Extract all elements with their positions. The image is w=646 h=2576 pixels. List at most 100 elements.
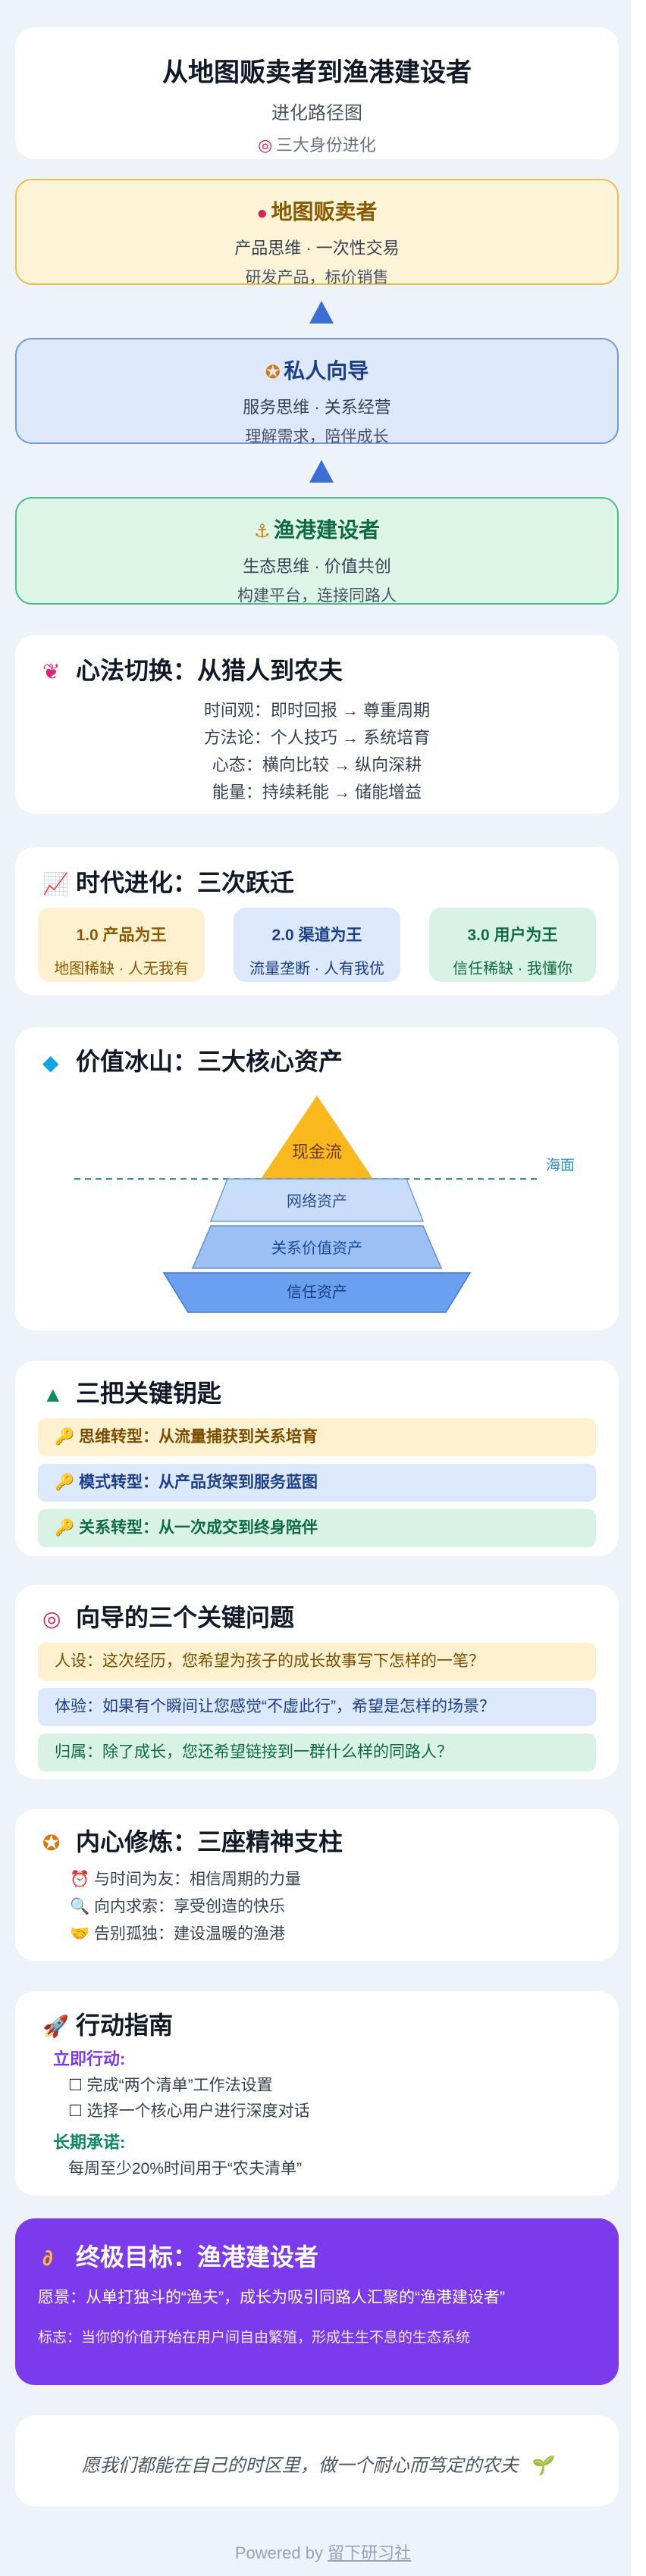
ear-icon: ∂ [42,2246,53,2270]
stage-name: 地图贩卖者 [271,200,378,224]
section-title: 向导的三个关键问题 [76,1604,295,1631]
question-item: 人设：这次经历，您希望为孩子的成长故事写下怎样的一笔？ [38,1643,596,1680]
mindset-line: 能量：持续耗能 → 储能增益 [212,783,422,802]
key-item: 🔑 思维转型：从流量捕获到关系培育 [38,1418,596,1456]
compass-icon: ✪ [265,362,281,383]
seedling-icon: 🌱 [529,2456,553,2476]
key-label: 关系转型：从一次成交到终身陪伴 [79,1519,318,1537]
target-icon: ◎ [42,1607,61,1630]
key-label: 思维转型：从流量捕获到关系培育 [79,1428,318,1446]
action-now-text: 选择一个核心用户进行深度对话 [86,2102,310,2120]
section-heading: ◎ 向导的三个关键问题 [42,1599,294,1633]
mindset-line: 方法论：个人技巧 → 系统培育 [203,728,431,747]
mountain-icon: ▲ [42,1383,64,1406]
key-icon: 🔑 [55,1428,75,1446]
stage-line2: 构建平台，连接同路人 [237,587,397,605]
era-title: 2.0 渠道为王 [271,927,362,944]
mindset-line: 时间观：即时回报 → 尊重周期 [203,701,431,720]
section-title: 价值冰山：三大核心资产 [76,1048,343,1075]
sea-level-label: 海面 [546,1157,575,1174]
action-long-text: 每周至少20%时间用于“农夫清单” [68,2160,303,2177]
stage-name: 渔港建设者 [273,518,380,542]
pillar-item: 🔍 向内求索：享受创造的快乐 [70,1894,285,1917]
compass-icon: ✪ [42,1831,61,1855]
pillar-item: ⏰ 与时间为友：相信周期的力量 [70,1867,301,1890]
key-icon: 🔑 [55,1519,75,1537]
iceberg-diagram: 海面 现金流 网络资产 关系价值资产 信任资产 [74,1096,575,1313]
iceberg-peak-label: 现金流 [292,1143,342,1161]
header-card: 从地图贩卖者到渔港建设者 进化路径图 ◎ 三大身份进化 [15,27,619,159]
footer-brand-link[interactable]: 留下研习社 [328,2543,411,2562]
footer: Powered by 留下研习社 [0,2540,646,2564]
action-long-label: 长期承诺: [53,2133,126,2152]
era-desc: 流量垄断 · 人有我优 [249,961,384,977]
section-heading: ▲ 三把关键钥匙 [42,1374,221,1409]
iceberg-peak [261,1096,373,1179]
section-heading: ∂ 终极目标：渔港建设者 [42,2238,318,2273]
stage-line1: 服务思维 · 关系经营 [243,398,391,417]
era-desc: 信任稀缺 · 我懂你 [453,961,572,977]
magnifier-icon: 🔍 [70,1898,90,1915]
stage-map-seller: ● 地图贩卖者 产品思维 · 一次性交易 研发产品，标价销售 [15,179,619,286]
stage-name: 私人向导 [284,359,369,383]
header-tag: ◎ 三大身份进化 [15,132,619,156]
closing-line: 愿我们都能在自己的时区里，做一个耐心而笃定的农夫 🌱 [15,2450,619,2477]
right-margin [631,0,646,2576]
section-heading: 📈 时代进化：三次跃迁 [42,864,294,899]
goal-metric: 标志：当你的价值开始在用户间自由繁殖，形成生生不息的生态系统 [38,2330,471,2346]
section-heading: ◆ 价值冰山：三大核心资产 [42,1043,343,1077]
inner-card: ✪ 内心修炼：三座精神支柱 ⏰ 与时间为友：相信周期的力量 🔍 向内求索：享受创造… [15,1809,619,1961]
era-item: 3.0 用户为王 信任稀缺 · 我懂你 [429,908,596,982]
era-desc: 地图稀缺 · 人无我有 [54,961,189,977]
stage-line2: 研发产品，标价销售 [245,269,389,286]
question-item: 归属：除了成长，您还希望链接到一群什么样的同路人？ [38,1733,596,1771]
keys-card: ▲ 三把关键钥匙 🔑 思维转型：从流量捕获到关系培育 🔑 模式转型：从产品货架到服… [15,1361,619,1556]
key-item: 🔑 关系转型：从一次成交到终身陪伴 [38,1509,596,1547]
harbor-icon: ⚓ [254,521,271,542]
stage-line1: 产品思维 · 一次性交易 [234,239,400,258]
footer-prefix: Powered by [234,2543,324,2562]
pillar-text: 向内求索：享受创造的快乐 [94,1898,285,1915]
action-card: 🚀 行动指南 立即行动: ☐ 完成“两个清单”工作法设置 ☐ 选择一个核心用户进行… [15,1991,619,2196]
key-icon: 🔑 [55,1474,75,1491]
era-item: 1.0 产品为王 地图稀缺 · 人无我有 [38,908,205,982]
stage-line2: 理解需求，陪伴成长 [245,428,389,445]
pillar-text: 与时间为友：相信周期的力量 [94,1871,301,1888]
goal-vision: 愿景：从单打独斗的“渔夫”，成长为吸引同路人汇聚的“渔港建设者” [38,2289,505,2306]
target-icon: ◎ [258,136,273,155]
mindset-card: ❦ 心法切换：从猎人到农夫 时间观：即时回报 → 尊重周期 方法论：个人技巧 → … [15,635,619,814]
checkbox-icon: ☐ [68,2102,83,2120]
key-label: 模式转型：从产品货架到服务蓝图 [79,1474,318,1491]
key-item: 🔑 模式转型：从产品货架到服务蓝图 [38,1464,596,1502]
era-title: 1.0 产品为王 [76,927,167,944]
iceberg-layer-label: 关系价值资产 [271,1240,362,1257]
page-title: 从地图贩卖者到渔港建设者 [162,58,472,87]
iceberg-layer-label: 信任资产 [287,1283,347,1301]
section-heading: ❦ 心法切换：从猎人到农夫 [42,652,343,686]
section-heading: 🚀 行动指南 [42,2006,173,2041]
stage-private-guide: ✪ 私人向导 服务思维 · 关系经营 理解需求，陪伴成长 [15,338,619,445]
stage-line1: 生态思维 · 价值共创 [243,557,391,576]
section-title: 内心修炼：三座精神支柱 [76,1828,343,1855]
page-subtitle: 进化路径图 [271,103,362,123]
header-tag-text: 三大身份进化 [275,136,376,155]
action-now-item: ☐ 完成“两个清单”工作法设置 [68,2073,273,2096]
action-now-text: 完成“两个清单”工作法设置 [86,2077,273,2094]
eras-card: 📈 时代进化：三次跃迁 1.0 产品为王 地图稀缺 · 人无我有 2.0 渠道为王… [15,847,619,996]
pillar-item: 🤝 告别孤独：建设温暖的渔港 [70,1921,285,1944]
action-now-item: ☐ 选择一个核心用户进行深度对话 [68,2099,310,2121]
closing-card: 愿我们都能在自己的时区里，做一个耐心而笃定的农夫 🌱 [15,2415,619,2506]
stage-harbor-builder: ⚓ 渔港建设者 生态思维 · 价值共创 构建平台，连接同路人 [15,497,619,605]
goal-card: ∂ 终极目标：渔港建设者 愿景：从单打独斗的“渔夫”，成长为吸引同路人汇聚的“渔港… [15,2218,619,2385]
brain-icon: ❦ [42,660,61,683]
checkbox-icon: ☐ [68,2077,83,2094]
chart-icon: 📈 [42,872,69,896]
iceberg-layer-label: 网络资产 [287,1193,347,1210]
rocket-icon: 🚀 [42,2015,69,2038]
page: 从地图贩卖者到渔港建设者 进化路径图 ◎ 三大身份进化 ● 地图贩卖者 产品思维… [0,0,631,2576]
closing-text: 愿我们都能在自己的时区里，做一个耐心而笃定的农夫 [81,2456,519,2476]
questions-card: ◎ 向导的三个关键问题 人设：这次经历，您希望为孩子的成长故事写下怎样的一笔？ 体… [15,1585,619,1779]
era-item: 2.0 渠道为王 流量垄断 · 人有我优 [234,908,400,982]
section-title: 终极目标：渔港建设者 [76,2243,319,2271]
section-title: 心法切换：从猎人到农夫 [76,657,343,684]
